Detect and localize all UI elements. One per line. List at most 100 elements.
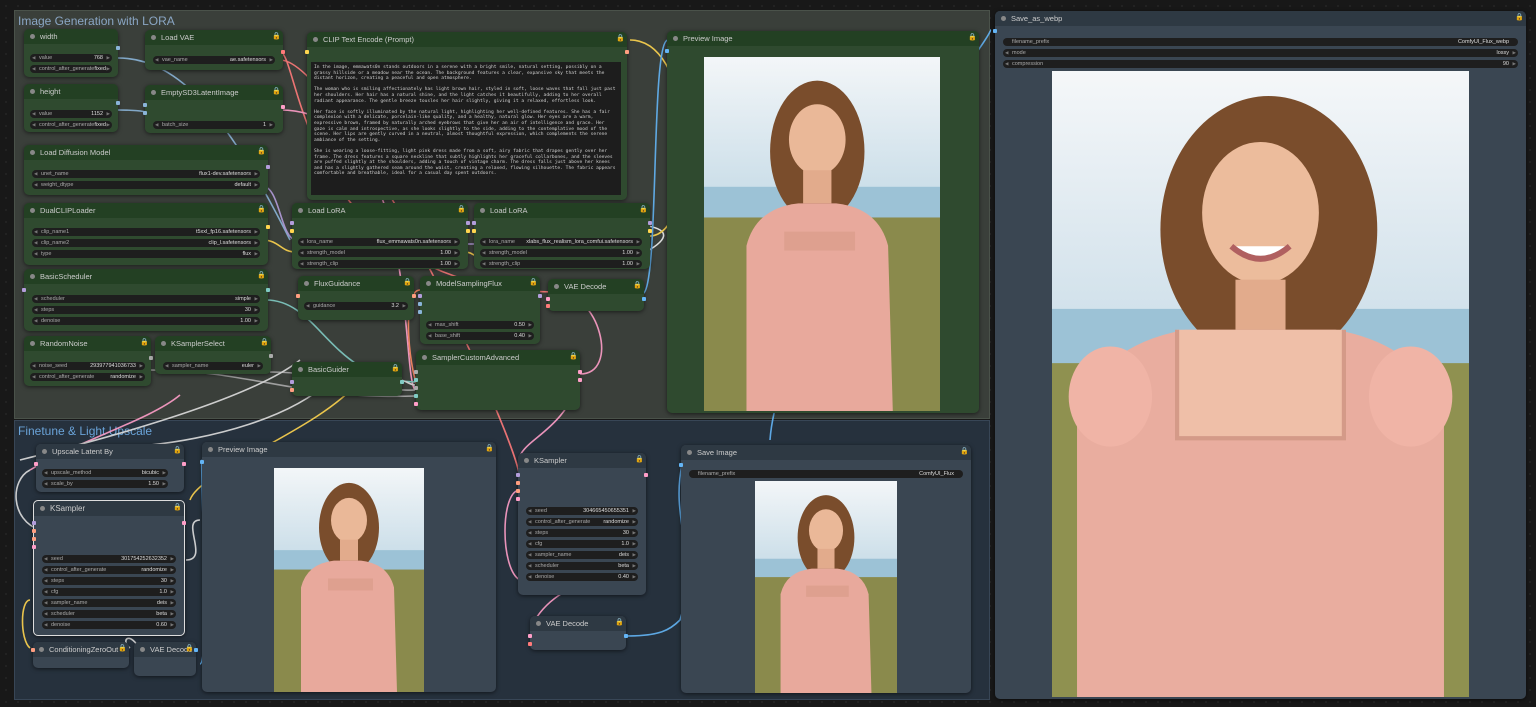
flux-guidance-node[interactable]: FluxGuidance 🔒 guidance 3.2	[296, 276, 416, 320]
caf-widget[interactable]: control_after_generate randomize	[526, 518, 638, 526]
lock-icon[interactable]: 🔒	[391, 365, 400, 373]
load-vae-node[interactable]: Load VAE 🔒 vae_name ae.safetensors	[145, 30, 285, 70]
input-slot[interactable]	[414, 370, 418, 374]
filename-prefix-widget[interactable]: filename_prefix ComfyUI_Flux_webp	[1003, 38, 1518, 46]
strength-clip-widget[interactable]: strength_clip 1.00	[298, 260, 460, 268]
output-slot[interactable]	[281, 105, 285, 109]
lock-icon[interactable]: 🔒	[173, 504, 182, 512]
batch-size-widget[interactable]: batch_size 1	[153, 121, 275, 129]
preview-image-1[interactable]	[704, 57, 940, 411]
input-slot[interactable]	[32, 537, 36, 541]
lock-icon[interactable]: 🔒	[615, 619, 624, 627]
strength-model-widget[interactable]: strength_model 1.00	[298, 249, 460, 257]
input-slot[interactable]	[679, 463, 683, 467]
input-slot[interactable]	[414, 378, 418, 382]
ksampler-mid-node[interactable]: KSampler 🔒 seed 304665450655351 control_af…	[516, 453, 648, 595]
model-sampling-flux-node[interactable]: ModelSamplingFlux 🔒 max_shift 0.50 base_sh…	[418, 276, 542, 344]
lock-icon[interactable]: 🔒	[960, 448, 969, 456]
input-slot[interactable]	[528, 634, 532, 638]
input-slot[interactable]	[290, 221, 294, 225]
input-slot[interactable]	[22, 288, 26, 292]
lock-icon[interactable]: 🔒	[569, 353, 578, 361]
width-value-widget[interactable]: value 768	[30, 54, 112, 62]
seed-widget[interactable]: seed 304665450655351	[526, 507, 638, 515]
scale-by-widget[interactable]: scale_by 1.50	[42, 480, 168, 488]
lock-icon[interactable]: 🔒	[257, 148, 266, 156]
load-lora-1-node[interactable]: Load LoRA 🔒 lora_name flux_emmawats0n.safe…	[290, 203, 470, 269]
vae-name-widget[interactable]: vae_name ae.safetensors	[153, 56, 275, 64]
lock-icon[interactable]: 🔒	[185, 645, 194, 653]
output-slot[interactable]	[644, 473, 648, 477]
lock-icon[interactable]: 🔒	[1515, 14, 1524, 22]
output-slot[interactable]	[266, 288, 270, 292]
lock-icon[interactable]: 🔒	[257, 272, 266, 280]
ksampler-select-node[interactable]: KSamplerSelect 🔒 sampler_name euler	[155, 336, 273, 374]
unet-name-widget[interactable]: unet_name flux1-dev.safetensors	[32, 170, 260, 178]
output-slot[interactable]	[182, 521, 186, 525]
input-slot[interactable]	[418, 302, 422, 306]
preview-image-node[interactable]: Preview Image 🔒	[665, 31, 979, 413]
input-slot[interactable]	[472, 221, 476, 225]
denoise-widget[interactable]: denoise 0.60	[42, 621, 176, 629]
upscale-latent-node[interactable]: Upscale Latent By 🔒 upscale_method bicubic…	[34, 444, 186, 492]
input-slot[interactable]	[665, 49, 669, 53]
vae-decode-node[interactable]: VAE Decode 🔒	[546, 279, 646, 311]
conditioning-zero-out-node[interactable]: ConditioningZeroOut 🔒	[31, 642, 129, 668]
input-slot[interactable]	[418, 294, 422, 298]
guidance-widget[interactable]: guidance 3.2	[304, 302, 408, 310]
lock-icon[interactable]: 🔒	[485, 445, 494, 453]
input-slot[interactable]	[414, 386, 418, 390]
basic-scheduler-node[interactable]: BasicScheduler🔒 schedulersimple steps30 …	[22, 269, 270, 331]
lora-name-widget[interactable]: lora_name flux_emmawats0n.safetensors	[298, 238, 460, 246]
lock-icon[interactable]: 🔒	[968, 34, 977, 42]
lock-icon[interactable]: 🔒	[118, 645, 127, 653]
preview-image-node[interactable]: Preview Image 🔒	[200, 442, 496, 692]
caf-widget[interactable]: control_after_generate randomize	[42, 566, 176, 574]
cfg-widget[interactable]: cfg 1.0	[42, 588, 176, 596]
output-slot[interactable]	[578, 378, 582, 382]
output-slot[interactable]	[466, 229, 470, 233]
clip-name2-widget[interactable]: clip_name2 clip_l.safetensors	[32, 239, 260, 247]
input-slot[interactable]	[414, 402, 418, 406]
random-noise-node[interactable]: RandomNoise 🔒 noise_seed 293977941036733 c…	[24, 336, 153, 386]
strength-model-widget[interactable]: strength_model 1.00	[480, 249, 642, 257]
output-slot[interactable]	[116, 46, 120, 50]
input-slot[interactable]	[546, 304, 550, 308]
webp-image[interactable]	[1052, 71, 1469, 697]
steps-widget[interactable]: steps 30	[42, 577, 176, 585]
output-slot[interactable]	[648, 229, 652, 233]
input-slot[interactable]	[290, 229, 294, 233]
input-slot[interactable]	[418, 310, 422, 314]
preview-image-2[interactable]	[274, 468, 424, 692]
steps-widget[interactable]: steps 30	[526, 529, 638, 537]
filename-prefix-widget[interactable]: filename_prefix ComfyUI_Flux	[689, 470, 963, 478]
mode-widget[interactable]: mode lossy	[1003, 49, 1518, 57]
input-slot[interactable]	[32, 521, 36, 525]
input-slot[interactable]	[516, 497, 520, 501]
output-slot[interactable]	[149, 356, 153, 360]
input-slot[interactable]	[516, 481, 520, 485]
lock-icon[interactable]: 🔒	[173, 447, 182, 455]
scheduler-widget[interactable]: scheduler simple	[32, 295, 260, 303]
denoise-widget[interactable]: denoise 1.00	[32, 317, 260, 325]
lock-icon[interactable]: 🔒	[616, 35, 625, 43]
width-node[interactable]: width value 768 control_after_generatefix…	[24, 29, 120, 77]
workflow-canvas[interactable]: Image Generation with LORA Finetune & Li…	[0, 0, 1536, 707]
input-slot[interactable]	[516, 473, 520, 477]
height-node[interactable]: height value 1152 control_after_generatef…	[24, 84, 120, 132]
vae-decode-node[interactable]: VAE Decode 🔒	[134, 642, 198, 676]
output-slot[interactable]	[266, 225, 270, 229]
output-slot[interactable]	[578, 370, 582, 374]
seed-widget[interactable]: seed 301754252632352	[42, 555, 176, 563]
input-slot[interactable]	[143, 111, 147, 115]
vae-decode-node[interactable]: VAE Decode 🔒	[528, 616, 628, 650]
noise-caf-widget[interactable]: control_after_generate randomize	[30, 373, 145, 381]
output-slot[interactable]	[194, 648, 198, 652]
output-slot[interactable]	[466, 221, 470, 225]
input-slot[interactable]	[34, 462, 38, 466]
load-diffusion-model-node[interactable]: Load Diffusion Model 🔒 unet_name flux1-dev…	[24, 145, 270, 195]
scheduler-widget[interactable]: scheduler beta	[42, 610, 176, 618]
lock-icon[interactable]: 🔒	[457, 206, 466, 214]
save-as-webp-node[interactable]: Save_as_webp 🔒 filename_prefix ComfyUI_Flu…	[993, 11, 1526, 699]
lock-icon[interactable]: 🔒	[639, 206, 648, 214]
